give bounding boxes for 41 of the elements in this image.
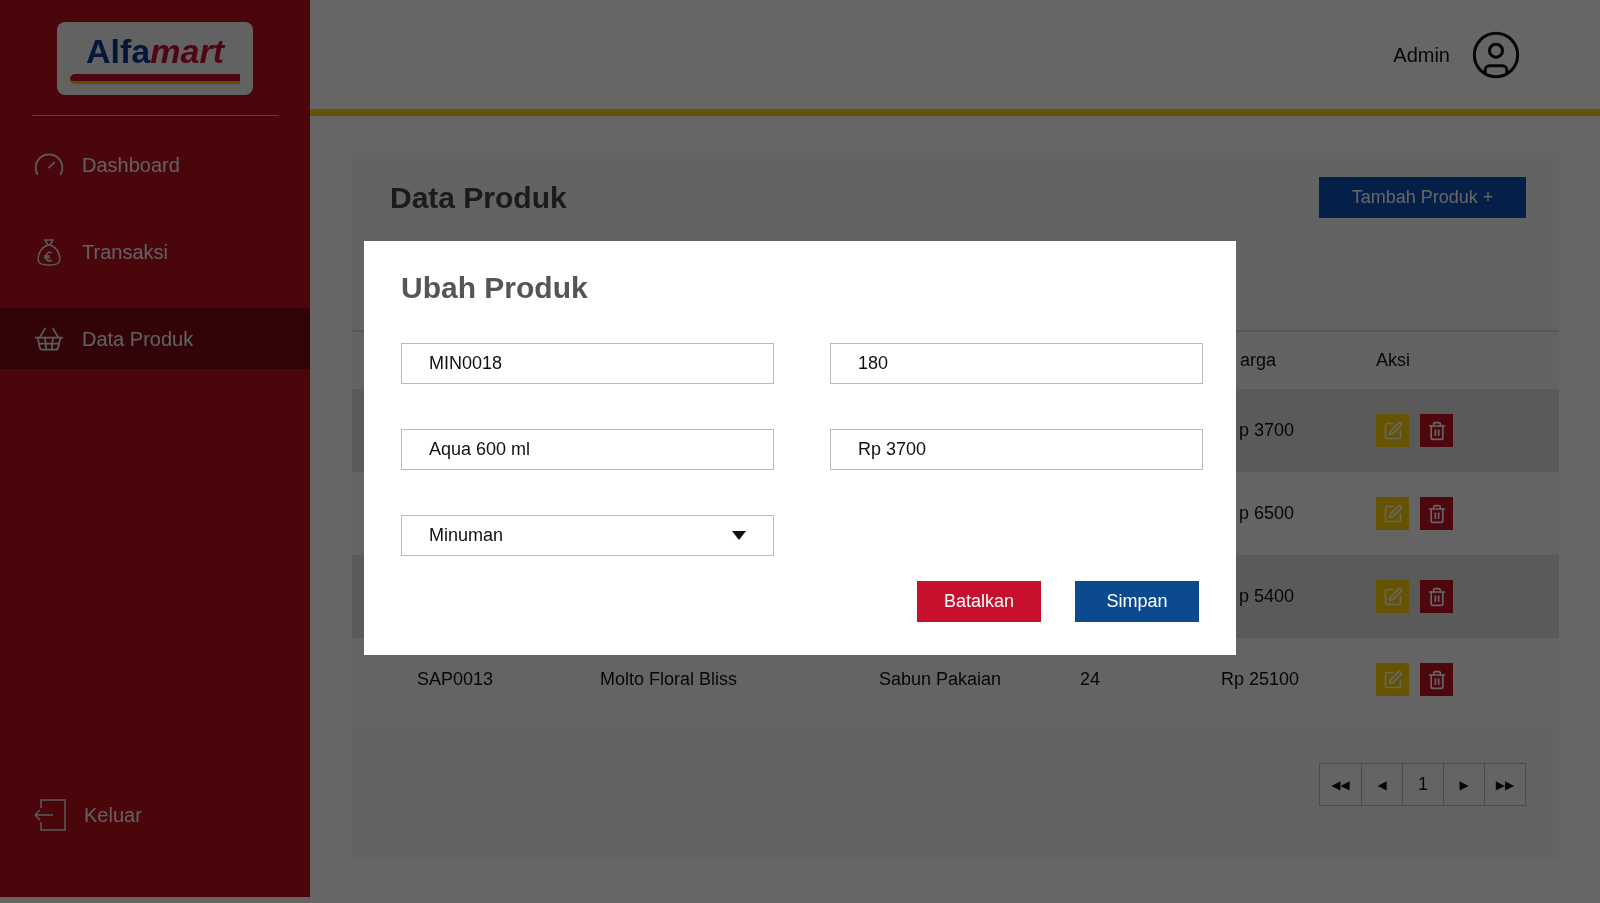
exit-icon: [33, 798, 67, 832]
table-cell-text: Sabun Pakaian: [879, 668, 1003, 691]
logout-item[interactable]: Keluar: [0, 785, 310, 845]
table-cell-text: Molto Floral Bliss: [600, 668, 739, 691]
dialog-title: Ubah Produk: [401, 270, 589, 306]
input-field[interactable]: Aqua 600 ml: [401, 429, 774, 470]
save-button[interactable]: Simpan: [1075, 581, 1199, 622]
delete-button[interactable]: [1420, 414, 1453, 447]
trash-icon: [1426, 669, 1447, 690]
trash-icon: [1426, 420, 1447, 441]
cancel-button[interactable]: Batalkan: [917, 581, 1041, 622]
table-cell-text: p 3700: [1238, 419, 1296, 442]
category-select[interactable]: Minuman: [401, 515, 774, 556]
caret-icon: [732, 531, 746, 540]
trash-icon: [1426, 503, 1447, 524]
logo-text: mart: [150, 31, 224, 70]
input-field[interactable]: Rp 3700: [830, 429, 1203, 470]
add-product-button[interactable]: Tambah Produk +: [1319, 177, 1526, 218]
edit-icon: [1382, 586, 1403, 607]
logo-text: Alfa: [86, 31, 151, 70]
trash-icon: [1426, 586, 1447, 607]
table-cell-text: SAP0013: [417, 668, 495, 691]
column-header: arga: [1239, 349, 1277, 372]
column-header: Aksi: [1376, 349, 1410, 372]
edit-icon: [1382, 669, 1403, 690]
delete-button[interactable]: [1420, 497, 1453, 530]
table-cell-text: Rp 25100: [1221, 668, 1301, 691]
input-field[interactable]: 180: [830, 343, 1203, 384]
table-cell-text: p 6500: [1238, 502, 1296, 525]
sidebar-item[interactable]: Dashboard: [0, 134, 310, 195]
edit-icon: [1382, 503, 1403, 524]
delete-button[interactable]: [1420, 663, 1453, 696]
table-cell-text: 24: [1080, 668, 1102, 691]
sidebar-item[interactable]: Data Produk: [0, 308, 310, 369]
edit-icon: [1382, 420, 1403, 441]
input-field[interactable]: MIN0018: [401, 343, 774, 384]
table-cell-text: p 5400: [1238, 585, 1296, 608]
user-name: Admin: [1393, 42, 1450, 68]
sidebar-item[interactable]: Transaksi: [0, 221, 310, 282]
delete-button[interactable]: [1420, 580, 1453, 613]
page-title: Data Produk: [390, 180, 567, 216]
